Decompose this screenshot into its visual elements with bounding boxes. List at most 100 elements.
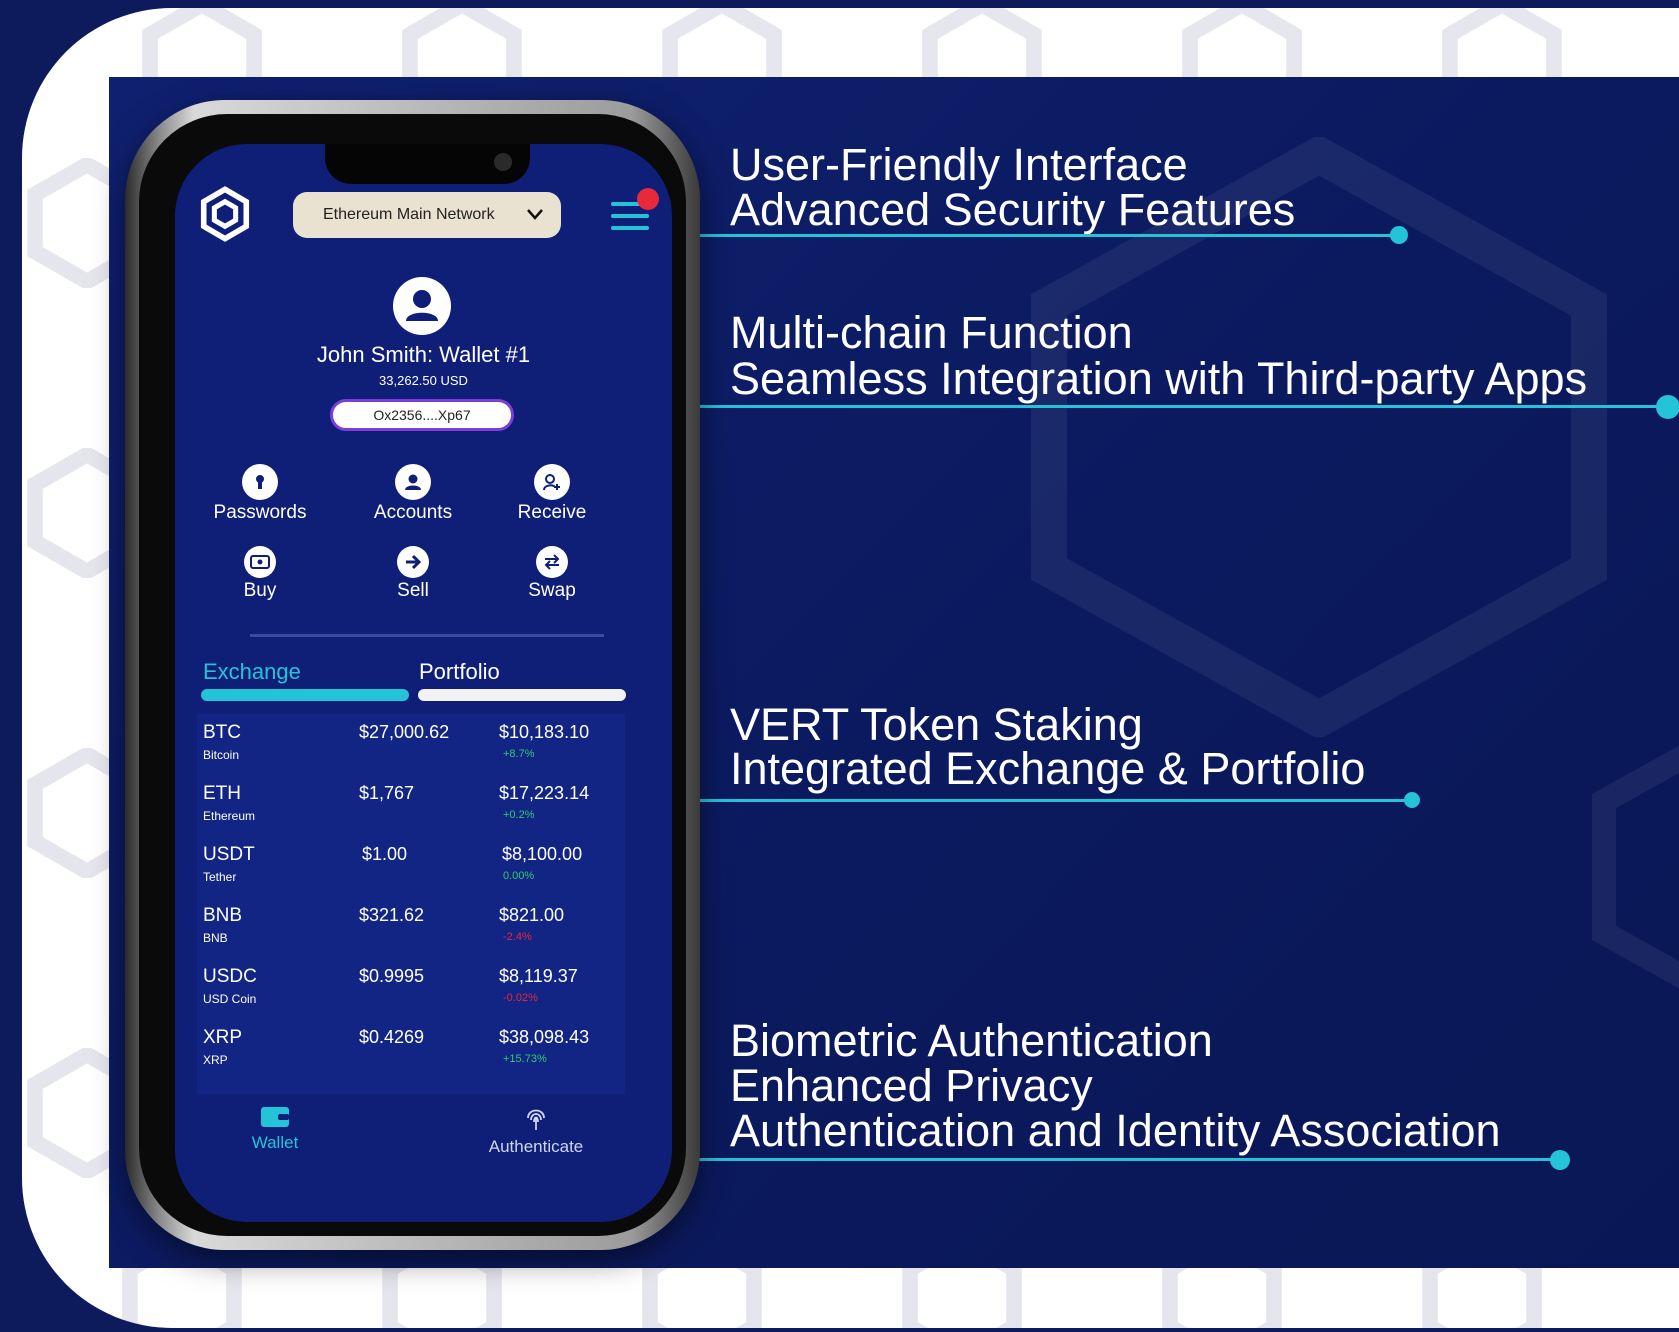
phone-notch [325,144,530,184]
asset-symbol: BTC [203,722,241,743]
menu-bar [611,214,649,218]
avatar[interactable] [393,277,451,335]
wallet-icon [261,1107,289,1127]
receive-button[interactable]: Receive [482,464,622,524]
asset-price: $1,767 [359,783,415,803]
wallet-name: John Smith: Wallet #1 [316,342,531,367]
asset-name: Tether [203,870,237,884]
asset-name: USD Coin [203,992,257,1006]
swap-icon [536,546,568,578]
asset-symbol: ETH [203,783,241,804]
wallet-address[interactable]: Ox2356....Xp67 [330,399,514,431]
buy-button[interactable]: Buy [190,546,330,602]
table-row[interactable]: ETH Ethereum $1,767 $17,223.14 +0.2% [197,775,625,836]
buy-label: Buy [243,580,277,601]
table-row[interactable]: USDT Tether $1.00 $8,100.00 0.00% [197,836,625,897]
camera-icon [494,153,512,171]
swap-button[interactable]: Swap [482,546,622,602]
tab-portfolio[interactable]: Portfolio [419,659,500,685]
asset-name: XRP [203,1053,228,1067]
network-selector[interactable]: Ethereum Main Network [293,192,561,238]
asset-price: $0.4269 [359,1027,425,1047]
accounts-label: Accounts [373,502,453,523]
tab-exchange[interactable]: Exchange [203,659,301,685]
connector-dot [1390,226,1408,244]
background-hexagon-icon [1592,745,1679,989]
connector-line-4 [654,1158,1558,1161]
connector-line-2 [554,405,1674,408]
asset-change: +15.73% [503,1053,547,1065]
feature-user-friendly: User-Friendly Interface [730,139,1188,190]
asset-holding: $8,119.37 [499,966,578,986]
feature-identity: Authentication and Identity Association [730,1105,1501,1156]
phone-bezel: Ethereum Main Network John Smith: Wallet… [139,114,686,1236]
keyhole-icon [242,464,278,500]
nav-wallet[interactable]: Wallet [235,1104,315,1153]
table-row[interactable]: BNB BNB $321.62 $821.00 -2.4% [197,897,625,958]
feature-exchange-portfolio: Integrated Exchange & Portfolio [730,743,1366,794]
feature-staking: VERT Token Staking [730,699,1143,750]
accounts-button[interactable]: Accounts [343,464,483,524]
feature-multichain: Multi-chain Function [730,307,1133,358]
asset-name: Ethereum [203,809,256,823]
table-row[interactable]: USDC USD Coin $0.9995 $8,119.37 -0.02% [197,958,625,1019]
feature-integration: Seamless Integration with Third-party Ap… [730,353,1588,404]
asset-holding: $17,223.14 [499,783,590,803]
receive-label: Receive [517,502,587,523]
menu-button[interactable] [611,188,659,238]
asset-table: BTC Bitcoin $27,000.62 $10,183.10 +8.7% … [197,714,625,1094]
table-row[interactable]: XRP XRP $0.4269 $38,098.43 +15.73% [197,1019,625,1080]
chevron-down-icon [527,209,543,220]
sell-label: Sell [397,580,429,601]
connector-line-3 [664,799,1412,802]
passwords-button[interactable]: Passwords [190,464,330,524]
table-row[interactable]: BTC Bitcoin $27,000.62 $10,183.10 +8.7% [197,714,625,775]
asset-price: $1.00 [362,844,408,864]
asset-holding: $38,098.43 [499,1027,590,1047]
connector-dot [1656,395,1679,419]
asset-change: +0.2% [503,809,535,821]
notification-dot [637,188,659,210]
asset-name: Bitcoin [203,748,240,762]
connector-dot [1404,792,1420,808]
nav-authenticate-label: Authenticate [488,1137,584,1156]
connector-dot [1550,1150,1570,1170]
asset-symbol: XRP [203,1027,243,1048]
app-logo-icon[interactable] [197,186,253,242]
connector-line-1 [619,234,1398,237]
asset-change: +8.7% [503,748,535,760]
wallet-balance: 33,262.50 USD [379,373,468,388]
wallet-screen: Ethereum Main Network John Smith: Wallet… [175,144,672,1222]
cash-icon [244,546,276,578]
fingerprint-icon [527,1109,545,1130]
sell-button[interactable]: Sell [343,546,483,602]
asset-change: -0.02% [503,992,538,1004]
passwords-label: Passwords [213,502,307,523]
asset-holding: $10,183.10 [499,722,590,742]
feature-security: Advanced Security Features [730,184,1296,235]
user-icon [395,464,431,500]
section-divider [250,634,604,637]
asset-price: $27,000.62 [359,722,450,742]
feature-biometric: Biometric Authentication [730,1015,1213,1066]
asset-symbol: USDT [203,844,255,865]
asset-name: BNB [203,931,228,945]
network-label: Ethereum Main Network [323,206,495,223]
user-plus-icon [534,464,570,500]
nav-wallet-label: Wallet [251,1133,299,1152]
asset-holding: $8,100.00 [502,844,583,864]
swap-label: Swap [528,580,576,601]
feature-privacy: Enhanced Privacy [730,1060,1093,1111]
asset-price: $0.9995 [359,966,425,986]
asset-symbol: USDC [203,966,257,987]
asset-change: 0.00% [503,870,535,882]
phone-mockup: Ethereum Main Network John Smith: Wallet… [125,100,700,1250]
arrow-right-icon [397,546,429,578]
menu-bar [611,226,649,230]
asset-price: $321.62 [359,905,425,925]
nav-authenticate[interactable]: Authenticate [481,1104,591,1157]
tab-exchange-indicator [201,689,409,701]
user-icon [406,290,438,321]
asset-holding: $821.00 [499,905,565,925]
tab-portfolio-indicator [418,689,626,701]
